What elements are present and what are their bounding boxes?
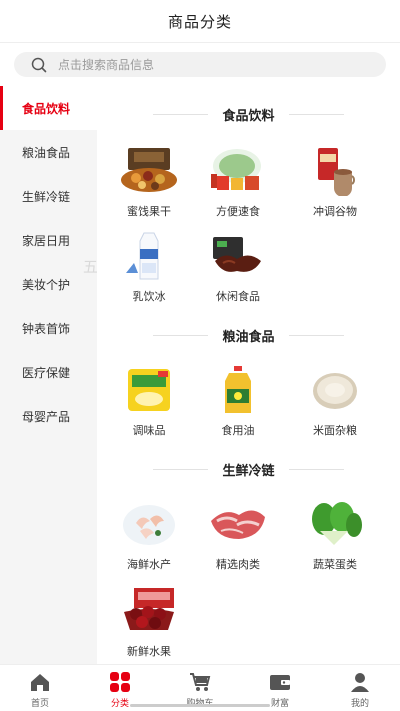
search-input[interactable]: 点击搜索商品信息 <box>14 52 386 77</box>
bok-choy-icon <box>304 499 366 549</box>
category-content: 食品饮料 蜜饯果干 方便速食 冲调谷物 乳饮冰 休闲食品 粮油食品 调味品 食用… <box>97 86 400 664</box>
instant-food-icon <box>207 146 269 196</box>
meat-slices-icon <box>207 499 269 549</box>
product-cooking-oil[interactable]: 食用油 <box>195 365 281 438</box>
cooking-oil-bottle-icon <box>207 365 269 415</box>
tab-label: 购物车 <box>186 696 213 709</box>
tab-label: 财富 <box>270 699 289 709</box>
product-label: 蜜饯果干 <box>127 205 171 218</box>
snack-meat-icon <box>207 231 269 281</box>
home-indicator <box>130 704 270 707</box>
product-label: 新鲜水果 <box>127 645 171 658</box>
wallet-icon <box>269 671 291 693</box>
tab-label: 首页 <box>30 699 49 709</box>
product-vegetables-eggs[interactable]: 蔬菜蛋类 <box>292 499 378 572</box>
product-seasoning[interactable]: 调味品 <box>106 365 192 438</box>
product-label: 调味品 <box>132 424 166 437</box>
sidebar-item-watches-jewelry[interactable]: 钟表首饰 <box>0 306 97 350</box>
section-title: 食品饮料 <box>222 108 275 124</box>
divider-line <box>288 334 344 336</box>
sidebar-item-fresh-cold-chain[interactable]: 生鲜冷链 <box>0 174 97 218</box>
section-header-grain-oil: 粮油食品 <box>97 325 400 345</box>
sidebar-item-grain-oil[interactable]: 粮油食品 <box>0 130 97 174</box>
section-header-fresh: 生鲜冷链 <box>97 459 400 479</box>
product-fresh-fruit[interactable]: 新鲜水果 <box>106 586 192 659</box>
watermark-text: 五 <box>83 258 99 276</box>
section-header-food-drinks: 食品饮料 <box>97 104 400 124</box>
divider-line <box>153 468 209 470</box>
sidebar-item-food-drinks[interactable]: 食品饮料 <box>0 86 97 130</box>
product-label: 米面杂粮 <box>313 424 357 437</box>
dried-fruit-gift-box-icon <box>118 146 180 196</box>
cereal-drink-icon <box>304 146 366 196</box>
tab-label: 分类 <box>110 699 129 709</box>
product-label: 休闲食品 <box>216 290 260 303</box>
product-label: 食用油 <box>221 424 255 437</box>
divider-line <box>153 334 209 336</box>
tab-mine[interactable]: 我的 <box>320 665 400 711</box>
tab-label: 我的 <box>350 699 369 709</box>
user-icon <box>349 671 371 693</box>
product-dried-fruit[interactable]: 蜜饯果干 <box>106 146 192 219</box>
top-bar: 商品分类 <box>0 0 400 43</box>
product-seafood[interactable]: 海鲜水产 <box>106 499 192 572</box>
seasoning-bag-icon <box>118 365 180 415</box>
search-area: 点击搜索商品信息 <box>0 43 400 85</box>
product-snacks[interactable]: 休闲食品 <box>195 231 281 304</box>
sidebar-item-health-care[interactable]: 医疗保健 <box>0 350 97 394</box>
product-label: 方便速食 <box>216 205 260 218</box>
section-title: 粮油食品 <box>222 329 275 345</box>
product-dairy[interactable]: 乳饮冰 <box>106 231 192 304</box>
search-icon <box>24 52 54 77</box>
milk-carton-icon <box>118 231 180 281</box>
divider-line <box>288 113 344 115</box>
product-rice-grains[interactable]: 米面杂粮 <box>292 365 378 438</box>
divider-line <box>288 468 344 470</box>
product-label: 海鲜水产 <box>127 558 171 571</box>
sidebar-item-mother-baby[interactable]: 母婴产品 <box>0 394 97 438</box>
product-label: 精选肉类 <box>216 558 260 571</box>
product-label: 蔬菜蛋类 <box>313 558 357 571</box>
tab-home[interactable]: 首页 <box>0 665 80 711</box>
product-meat[interactable]: 精选肉类 <box>195 499 281 572</box>
product-label: 乳饮冰 <box>132 290 166 303</box>
shrimp-plate-icon <box>118 499 180 549</box>
category-sidebar: 食品饮料 粮油食品 生鲜冷链 家居日用 美妆个护 钟表首饰 医疗保健 母婴产品 <box>0 86 97 664</box>
category-grid-icon <box>109 671 131 693</box>
page-title: 商品分类 <box>167 12 232 31</box>
rice-bowl-icon <box>304 365 366 415</box>
divider-line <box>153 113 209 115</box>
cart-icon <box>189 671 211 693</box>
home-icon <box>29 671 51 693</box>
product-cereal-drink[interactable]: 冲调谷物 <box>292 146 378 219</box>
product-label: 冲调谷物 <box>313 205 357 218</box>
product-instant-food[interactable]: 方便速食 <box>195 146 281 219</box>
cherries-box-icon <box>118 586 180 636</box>
section-title: 生鲜冷链 <box>222 463 275 479</box>
search-placeholder: 点击搜索商品信息 <box>58 58 155 72</box>
